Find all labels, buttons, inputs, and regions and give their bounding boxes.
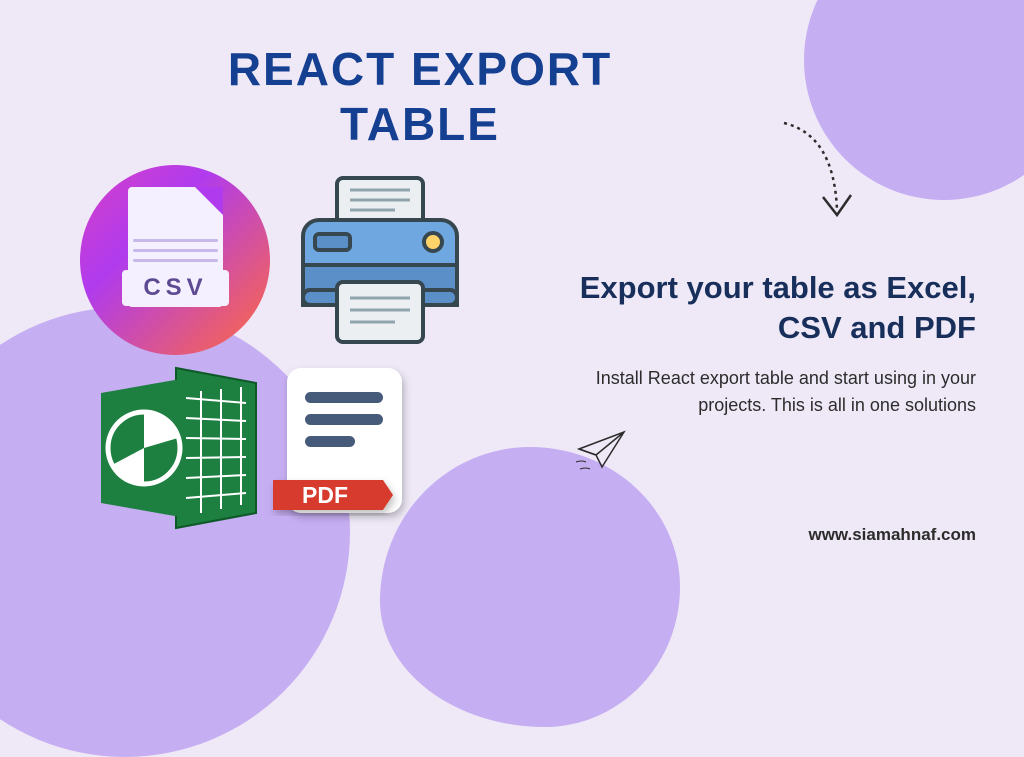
paper-plane-icon <box>574 427 629 472</box>
page-title: REACT EXPORT TABLE <box>170 42 670 152</box>
format-icons-group: CSV <box>80 165 460 545</box>
website-link: www.siamahnaf.com <box>808 525 976 545</box>
csv-label: CSV <box>122 270 229 306</box>
printer-icon <box>285 170 475 355</box>
curve-arrow-icon <box>749 115 869 255</box>
subtitle: Export your table as Excel, CSV and PDF <box>536 268 976 349</box>
csv-icon: CSV <box>80 165 270 355</box>
excel-icon <box>86 363 266 533</box>
pdf-icon: PDF <box>265 360 420 540</box>
description: Install React export table and start usi… <box>566 365 976 419</box>
svg-text:PDF: PDF <box>302 482 348 508</box>
